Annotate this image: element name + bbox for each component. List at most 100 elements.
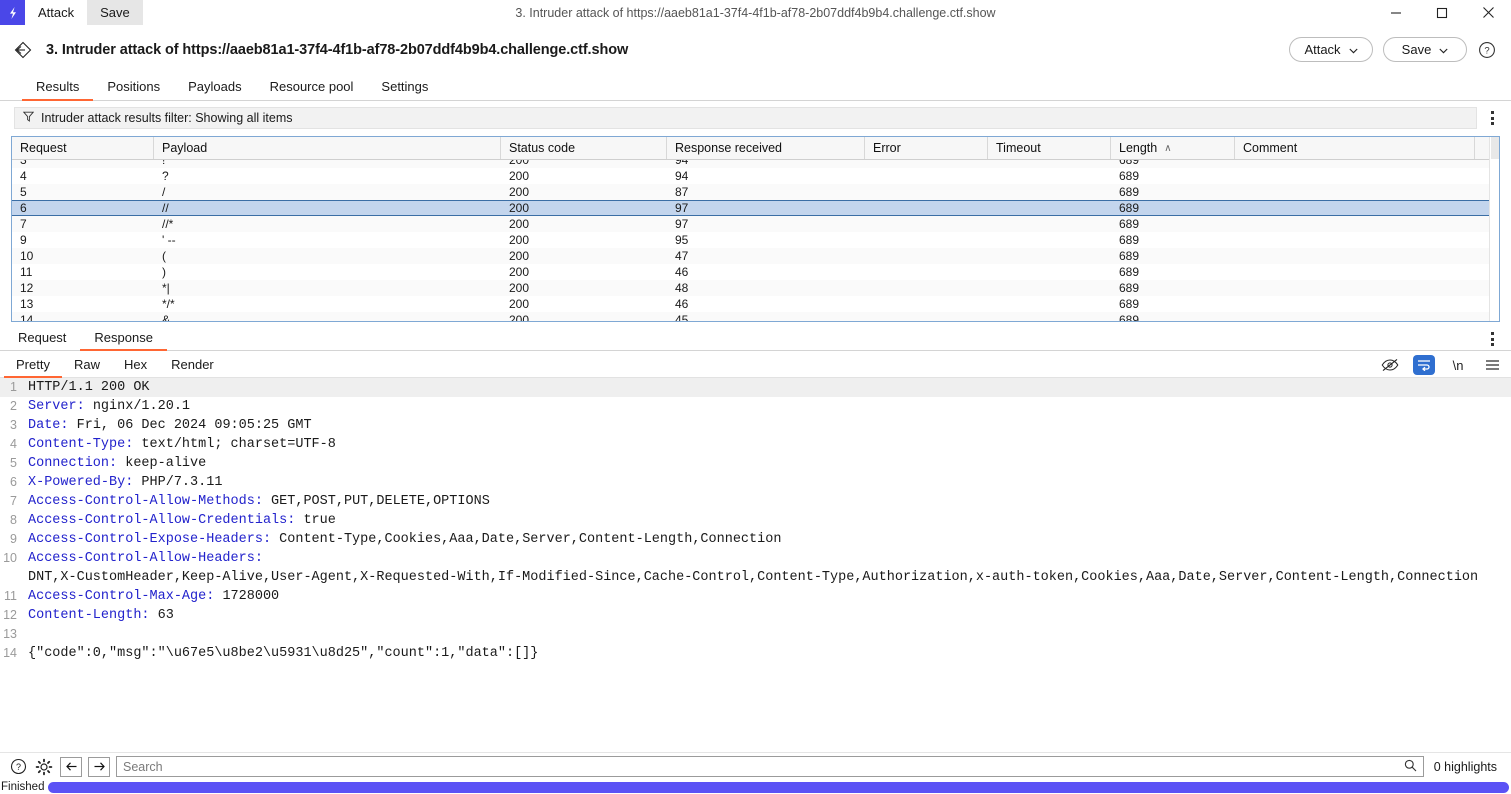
column-header-error[interactable]: Error (865, 137, 988, 159)
table-row[interactable]: 11) 200 46 689 (12, 264, 1499, 280)
line-number: 9 (10, 532, 17, 546)
header-value: keep-alive (117, 456, 207, 471)
attack-button[interactable]: Attack (1289, 37, 1373, 62)
tab-resource-pool[interactable]: Resource pool (256, 79, 368, 101)
help-circle-icon[interactable]: ? (1477, 40, 1497, 60)
header-value: 1728000 (214, 589, 280, 604)
kebab-menu-icon[interactable] (1483, 111, 1501, 125)
column-header-response-received[interactable]: Response received (667, 137, 865, 159)
results-filter-bar[interactable]: Intruder attack results filter: Showing … (14, 107, 1477, 129)
window-title-bar: Attack Save 3. Intruder attack of https:… (0, 0, 1511, 25)
column-header-status-code[interactable]: Status code (501, 137, 667, 159)
cell-received: 94 (675, 160, 689, 167)
table-row[interactable]: 14 & 200 45 689 (12, 312, 1499, 321)
message-tab-bar: Request Response (0, 327, 1511, 351)
search-next-button[interactable] (88, 756, 110, 777)
cell-length: 689 (1119, 169, 1140, 183)
back-arrow-icon[interactable] (10, 37, 36, 63)
response-line-text: Server: nginx/1.20.1 (22, 397, 190, 416)
response-line: 14 {"code":0,"msg":"\u67e5\u8be2\u5931\u8… (0, 644, 1511, 663)
cell-payload: / (162, 185, 166, 199)
cell-request: 14 (20, 313, 34, 321)
response-line: 3 Date: Fri, 06 Dec 2024 09:05:25 GMT (0, 416, 1511, 435)
tab-positions[interactable]: Positions (93, 79, 174, 101)
chevron-down-icon (1439, 42, 1448, 57)
tab-request[interactable]: Request (4, 330, 80, 351)
response-viewer[interactable]: 1 HTTP/1.1 200 OK 2 Server: nginx/1.20.1 3 Da… (0, 378, 1511, 714)
search-icon[interactable] (1404, 759, 1417, 775)
cell-status: 200 (509, 233, 530, 247)
newline-icon[interactable]: \n (1447, 355, 1469, 375)
table-row[interactable]: 3! 200 94 689 (12, 160, 1499, 168)
header-name: Content-Type: (28, 437, 134, 452)
cell-payload: // (162, 201, 169, 215)
help-circle-icon[interactable]: ? (8, 757, 28, 777)
cell-request: 12 (20, 281, 34, 295)
cell-status: 200 (509, 249, 530, 263)
line-number: 2 (10, 399, 17, 413)
table-row[interactable]: 5 / 200 87 689 (12, 184, 1499, 200)
search-input[interactable]: Search (116, 756, 1424, 777)
view-pretty[interactable]: Pretty (4, 357, 62, 378)
view-render[interactable]: Render (159, 357, 226, 378)
search-prev-button[interactable] (60, 756, 82, 777)
response-line-text: Content-Type: text/html; charset=UTF-8 (22, 435, 336, 454)
tab-settings[interactable]: Settings (367, 79, 442, 101)
svg-text:?: ? (1484, 45, 1489, 56)
line-number: 13 (3, 627, 17, 641)
tab-results[interactable]: Results (22, 79, 94, 101)
response-line: 4 Content-Type: text/html; charset=UTF-8 (0, 435, 1511, 454)
cell-length: 689 (1119, 281, 1140, 295)
response-line-text: Date: Fri, 06 Dec 2024 09:05:25 GMT (22, 416, 312, 435)
view-hex[interactable]: Hex (112, 357, 159, 378)
column-header-label: Response received (675, 141, 783, 155)
tab-payloads[interactable]: Payloads (174, 79, 255, 101)
window-tab-save[interactable]: Save (87, 0, 143, 25)
column-header-length[interactable]: Length ∧ (1111, 137, 1235, 159)
column-header-timeout[interactable]: Timeout (988, 137, 1111, 159)
table-row[interactable]: 12 *| 200 48 689 (12, 280, 1499, 296)
column-header-label: Request (20, 141, 67, 155)
cell-status: 200 (509, 201, 530, 215)
table-row[interactable]: 10 (200 47 689 (12, 248, 1499, 264)
cell-request: 6 (20, 201, 27, 215)
column-header-request[interactable]: Request (12, 137, 154, 159)
table-row[interactable]: 13 */* 200 46 689 (12, 296, 1499, 312)
maximize-icon[interactable] (1419, 0, 1465, 25)
column-header-label: Payload (162, 141, 208, 155)
response-line-text: Access-Control-Expose-Headers: Content-T… (22, 530, 781, 549)
minimize-icon[interactable] (1373, 0, 1419, 25)
table-row[interactable]: 6 // 200 97 689 (12, 200, 1499, 216)
gear-icon[interactable] (34, 757, 54, 777)
table-row[interactable]: 9 ' -- 200 95 689 (12, 232, 1499, 248)
table-row[interactable]: 4? 200 94 689 (12, 168, 1499, 184)
column-header-comment[interactable]: Comment (1235, 137, 1475, 159)
cell-received: 87 (675, 185, 689, 199)
cell-payload: ' -- (162, 233, 176, 247)
line-number: 7 (10, 494, 17, 508)
window-title-text: 3. Intruder attack of https://aaeb81a1-3… (515, 5, 996, 20)
view-raw[interactable]: Raw (62, 357, 112, 378)
column-header-label: Length (1119, 141, 1158, 155)
column-header-payload[interactable]: Payload (154, 137, 501, 159)
save-button-label: Save (1401, 42, 1432, 57)
table-vertical-scrollbar[interactable] (1489, 137, 1499, 321)
table-row[interactable]: 7 //* 200 97 689 (12, 216, 1499, 232)
hamburger-menu-icon[interactable] (1481, 355, 1503, 375)
cell-received: 46 (675, 265, 689, 279)
cell-status: 200 (509, 313, 530, 321)
line-number: 11 (4, 589, 17, 603)
close-icon[interactable] (1465, 0, 1511, 25)
eye-slash-icon[interactable] (1379, 355, 1401, 375)
column-header-label: Error (873, 141, 901, 155)
scrollbar-thumb[interactable] (1491, 137, 1499, 159)
window-tab-attack[interactable]: Attack (25, 0, 87, 25)
save-button[interactable]: Save (1383, 37, 1467, 62)
header-name: X-Powered-By: (28, 475, 134, 490)
cell-length: 689 (1119, 233, 1140, 247)
word-wrap-icon[interactable] (1413, 355, 1435, 375)
response-line-text: Content-Length: 63 (22, 606, 174, 625)
kebab-menu-icon[interactable] (1483, 332, 1501, 346)
tab-response[interactable]: Response (80, 330, 167, 351)
cell-status: 200 (509, 169, 530, 183)
